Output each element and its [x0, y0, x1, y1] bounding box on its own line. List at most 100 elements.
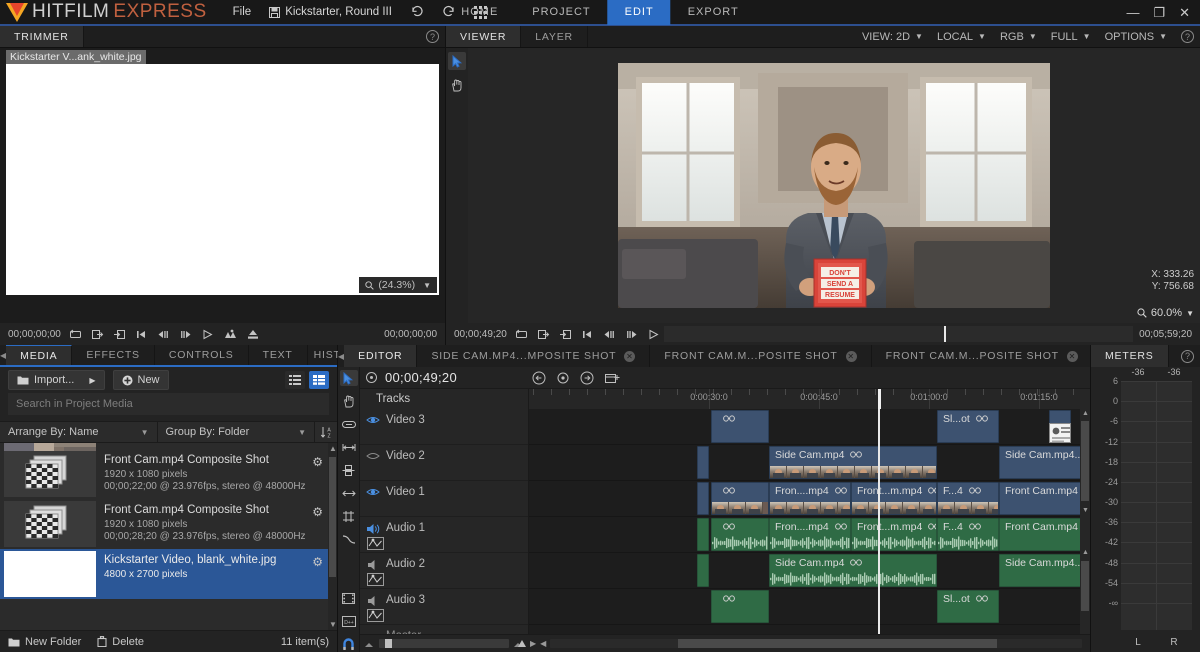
viewer-scrubber[interactable] [663, 326, 1134, 342]
tab-controls[interactable]: CONTROLS [155, 345, 249, 365]
step-back-icon[interactable] [603, 328, 616, 341]
timeline-clip[interactable]: Side Cam.mp4 [769, 446, 937, 479]
scroll-down-icon[interactable]: ▼ [1082, 507, 1089, 514]
tab-effects[interactable]: EFFECTS [72, 345, 155, 365]
scroll-up-icon[interactable]: ▲ [1082, 410, 1089, 417]
tab-viewer[interactable]: VIEWER [446, 26, 522, 47]
view-mode-dropdown[interactable]: VIEW: 2D ▼ [862, 31, 923, 43]
timeline-clip[interactable] [711, 410, 769, 443]
meters-help-icon[interactable]: ? [1181, 349, 1194, 363]
go-to-start-icon[interactable] [135, 328, 148, 341]
detail-view-icon[interactable] [309, 371, 329, 389]
timeline-track-row[interactable]: Sl...ot [529, 589, 1080, 625]
project-name-field[interactable]: Kickstarter, Round III [269, 6, 392, 18]
slip-tool-icon[interactable] [340, 416, 358, 432]
loop-icon[interactable] [515, 328, 528, 341]
set-out-icon[interactable] [559, 328, 572, 341]
zoom-in-small-icon[interactable] [513, 639, 526, 648]
timeline-track-row[interactable]: Fron....mp4 Front...m.mp4 F...4 Front Cam.m… [529, 517, 1080, 553]
select-tool-icon[interactable] [339, 370, 358, 386]
nav-export[interactable]: EXPORT [671, 0, 756, 25]
hand-tool-icon[interactable] [340, 393, 358, 409]
timeline-clip[interactable]: Side Cam.mp4...mposite Shot [999, 446, 1080, 479]
audio-keyframe-icon[interactable] [367, 609, 384, 622]
tab-text[interactable]: TEXT [249, 345, 308, 365]
timeline-clip[interactable]: F...4 [937, 482, 999, 515]
eye-icon-enabled[interactable] [360, 414, 386, 425]
trimmer-zoom-control[interactable]: (24.3%) ▼ [359, 277, 437, 293]
coordinate-space-dropdown[interactable]: LOCAL ▼ [937, 31, 986, 43]
go-to-start-icon[interactable] [581, 328, 594, 341]
zoom-slider-thumb[interactable] [385, 639, 392, 648]
import-button[interactable]: Import... ▶ [8, 370, 105, 390]
gear-icon[interactable]: ⚙ [312, 505, 323, 519]
tab-layer[interactable]: LAYER [521, 26, 588, 47]
channel-dropdown[interactable]: RGB ▼ [1000, 31, 1037, 43]
media-item-list[interactable]: 00;04;57;08 @ 23.976fps, stereo @ 48000H… [0, 443, 337, 630]
media-search-input[interactable]: Search in Project Media [8, 393, 329, 415]
step-forward-icon[interactable] [625, 328, 638, 341]
timeline-clip[interactable]: Front Cam.mp4 Composite Shot [999, 482, 1080, 515]
eye-icon-disabled[interactable] [360, 450, 386, 461]
list-item[interactable]: Front Cam.mp4 Composite Shot 1920 x 1080… [0, 449, 337, 499]
viewer-canvas[interactable]: DON'T SEND A RESUME X: 333.26 Y: 756.68 [468, 48, 1200, 323]
timeline-horizontal-scrollbar[interactable] [550, 639, 1082, 648]
timeline-track-row[interactable]: Fron....mp4 Front...m.mp4 F...4 Front Cam.m… [529, 481, 1080, 517]
close-icon[interactable]: ✕ [845, 350, 857, 362]
timeline-clip[interactable]: Front...m.mp4 [851, 518, 937, 551]
tab-front-cam-composite-2[interactable]: FRONT CAM.M...POSITE SHOT ✕ [872, 345, 1093, 367]
viewer-playhead[interactable] [943, 326, 946, 342]
list-item-selected[interactable]: Kickstarter Video, blank_white.jpg 4800 … [0, 549, 337, 599]
options-dropdown[interactable]: OPTIONS ▼ [1105, 31, 1167, 43]
nav-edit[interactable]: EDIT [607, 0, 671, 25]
step-forward-icon[interactable] [179, 328, 192, 341]
play-icon[interactable] [201, 328, 214, 341]
timeline-track-row[interactable]: Side Cam.mp4 Side Cam.mp4...mposite Shot [529, 553, 1080, 589]
timeline-clip[interactable] [711, 518, 769, 551]
select-tool-icon[interactable] [448, 52, 466, 70]
timeline-track-row[interactable]: Sl...ot [529, 409, 1080, 445]
overwrite-icon[interactable] [246, 328, 260, 341]
timeline-track-row[interactable] [529, 625, 1080, 634]
minimize-icon[interactable]: — [1126, 6, 1139, 19]
nav-project[interactable]: PROJECT [515, 0, 607, 25]
timeline-clip[interactable] [711, 482, 769, 515]
track-header-audio-2[interactable]: Audio 2 [360, 553, 528, 589]
delete-button[interactable]: Delete [97, 636, 144, 648]
timeline-clip[interactable]: Front...m.mp4 [851, 482, 937, 515]
tab-media[interactable]: MEDIA [6, 345, 73, 365]
scrollbar-thumb-upper[interactable] [1081, 421, 1089, 501]
timeline-clip[interactable]: Front Cam.mp4 Composite Shot [999, 518, 1080, 551]
step-back-icon[interactable] [157, 328, 170, 341]
scrollbar-thumb[interactable] [329, 457, 336, 577]
new-button[interactable]: New [112, 370, 169, 390]
insert-icon[interactable] [223, 328, 237, 341]
track-header-master[interactable]: Master [360, 625, 528, 634]
scroll-left-icon[interactable]: ◀ [540, 639, 546, 648]
timeline-clip[interactable]: F...4 [937, 518, 999, 551]
timeline-ruler[interactable]: 0:00:30:00:00:45:00:01:00:00:01:15:00:01… [528, 389, 1090, 409]
magnet-snapping-icon[interactable] [340, 636, 358, 652]
sort-direction-icon[interactable]: AZ [315, 426, 337, 439]
scroll-up-icon-lower[interactable]: ▲ [1082, 549, 1089, 556]
list-item[interactable]: Front Cam.mp4 Composite Shot 1920 x 1080… [0, 499, 337, 549]
stretch-tool-icon[interactable] [340, 485, 358, 501]
timeline-clip[interactable] [711, 590, 769, 623]
ruler-playhead[interactable] [878, 389, 881, 409]
timeline-clip[interactable]: Sl...ot [937, 410, 999, 443]
scroll-down-icon[interactable]: ▼ [329, 620, 337, 629]
timeline-clip[interactable] [697, 518, 709, 551]
speaker-icon-enabled[interactable] [360, 522, 386, 535]
file-menu-button[interactable]: File [233, 6, 252, 18]
set-out-icon[interactable] [113, 328, 126, 341]
audio-keyframe-icon[interactable] [367, 537, 384, 550]
nav-home[interactable]: HOME [444, 0, 515, 25]
clip-thumbnail[interactable] [1049, 423, 1071, 443]
timeline-clip[interactable]: Side Cam.mp4...mposite Shot [999, 554, 1080, 587]
slide-tool-icon[interactable] [340, 439, 358, 455]
restore-icon[interactable]: ❐ [1153, 6, 1165, 19]
timeline-track-row[interactable]: Side Cam.mp4 Side Cam.mp4...mposite Shot [529, 445, 1080, 481]
tab-editor[interactable]: EDITOR [344, 345, 418, 367]
eye-icon-enabled[interactable] [360, 486, 386, 497]
timeline-playhead[interactable] [878, 409, 880, 634]
